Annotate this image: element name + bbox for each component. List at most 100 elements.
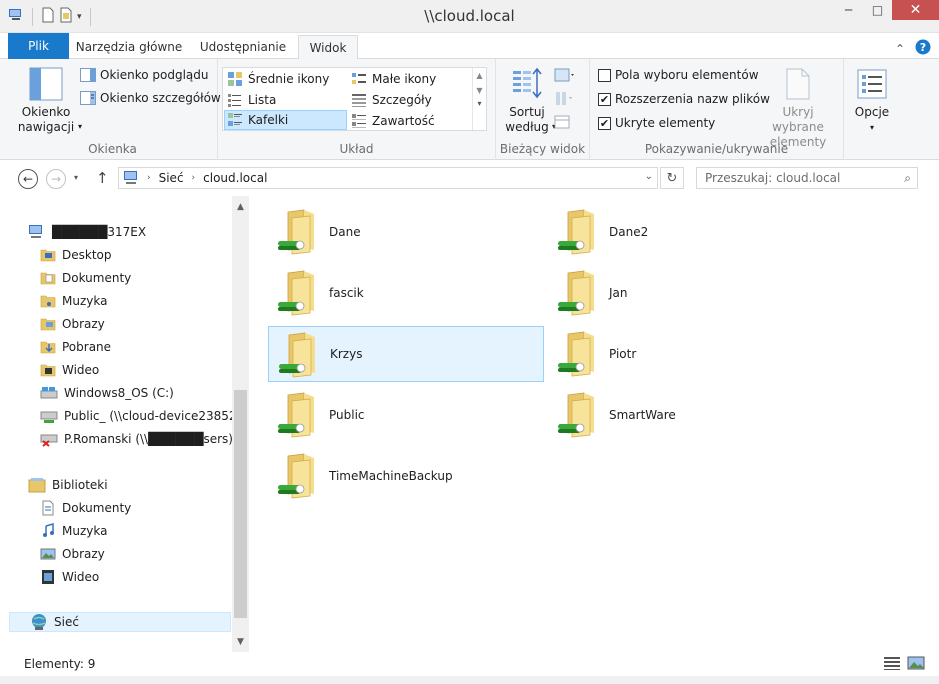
file-extensions-toggle[interactable]: ✔ Rozszerzenia nazw plików	[598, 92, 770, 106]
layout-small-icons[interactable]: Małe ikony	[349, 69, 469, 89]
arrow-up-icon: ↑	[96, 169, 109, 187]
search-box[interactable]: Przeszukaj: cloud.local ⌕	[696, 167, 918, 189]
chevron-right-icon[interactable]: ›	[192, 173, 196, 183]
folder-tile[interactable]: Dane	[268, 204, 544, 260]
forward-button[interactable]: →	[46, 169, 66, 189]
options-button[interactable]: Opcje ▾	[850, 67, 894, 135]
tree-item-label: Dokumenty	[62, 271, 132, 285]
folder-name: Dane2	[609, 225, 649, 239]
search-input[interactable]: Przeszukaj: cloud.local	[705, 171, 840, 185]
tree-item-libraries[interactable]: Biblioteki	[28, 475, 108, 495]
scrollbar-thumb[interactable]	[234, 390, 247, 618]
pictures-folder-icon	[40, 316, 56, 332]
tree-item-desktop[interactable]: Desktop	[40, 245, 112, 265]
libraries-icon	[28, 478, 46, 493]
tab-file[interactable]: Plik	[8, 33, 69, 59]
ribbon-collapse-icon[interactable]: ⌃	[895, 42, 905, 56]
title-bar: ▾ \\cloud.local ─ □ ✕	[0, 0, 939, 33]
chevron-down-icon[interactable]: ▼	[232, 633, 249, 650]
layout-details[interactable]: Szczegóły	[349, 90, 469, 110]
refresh-button[interactable]: ↻	[660, 167, 684, 189]
tab-home[interactable]: Narzędzia główne	[72, 35, 186, 59]
chevron-down-icon[interactable]: ⌄	[645, 171, 653, 182]
up-button[interactable]: ↑	[96, 169, 109, 187]
status-bar: Elementy: 9	[0, 652, 939, 676]
chevron-down-icon[interactable]: ▼	[473, 86, 486, 95]
close-button[interactable]: ✕	[892, 0, 939, 20]
folder-tile[interactable]: TimeMachineBackup	[268, 448, 544, 504]
address-bar[interactable]: › Sieć › cloud.local ⌄	[118, 167, 658, 189]
tree-item-library-pictures[interactable]: Obrazy	[40, 544, 105, 564]
tree-item-drive-c[interactable]: Windows8_OS (C:)	[40, 383, 174, 403]
options-icon	[857, 69, 887, 99]
tree-item-network-drive-romanski[interactable]: P.Romanski (\\██████sers) (	[40, 429, 241, 449]
gallery-expand-icon[interactable]: ▾	[473, 99, 486, 108]
hidden-items-toggle[interactable]: ✔ Ukryte elementy	[598, 116, 715, 130]
tree-item-library-videos[interactable]: Wideo	[40, 567, 99, 587]
tab-view[interactable]: Widok	[298, 35, 358, 60]
folder-tile-selected[interactable]: Krzys	[268, 326, 544, 382]
downloads-folder-icon	[40, 339, 56, 355]
navigation-pane-scrollbar[interactable]: ▲ ▼	[232, 196, 249, 652]
shared-folder-icon	[554, 330, 602, 378]
gallery-scroller[interactable]: ▲ ▼ ▾	[472, 68, 486, 130]
tree-item-pictures[interactable]: Obrazy	[40, 314, 105, 334]
tree-item-library-music[interactable]: Muzyka	[40, 521, 107, 541]
tree-item-downloads[interactable]: Pobrane	[40, 337, 111, 357]
item-checkboxes-checkbox[interactable]	[598, 68, 611, 82]
tree-item-computer[interactable]: ██████317EX	[28, 222, 146, 242]
recent-locations-dropdown[interactable]: ▾	[74, 173, 78, 182]
drive-icon	[40, 387, 58, 399]
tree-item-videos[interactable]: Wideo	[40, 360, 99, 380]
folder-tile[interactable]: Piotr	[548, 326, 824, 382]
shared-folder-icon	[274, 452, 322, 500]
details-pane-icon	[80, 91, 96, 105]
breadcrumb-network[interactable]: Sieć	[159, 171, 184, 185]
breadcrumb-cloud-local[interactable]: cloud.local	[203, 171, 267, 185]
preview-pane-button[interactable]: Okienko podglądu	[80, 68, 209, 82]
hidden-items-checkbox[interactable]: ✔	[598, 116, 611, 130]
navigation-pane-button[interactable]: Okienko nawigacji ▾	[12, 67, 82, 135]
layout-list[interactable]: Lista	[225, 90, 345, 110]
tree-item-label: ██████317EX	[52, 225, 147, 239]
hide-selected-button: Ukryj wybrane elementy	[756, 67, 840, 150]
show-hide-group: Pola wyboru elementów ✔ Rozszerzenia naz…	[590, 59, 844, 160]
back-button[interactable]: ←	[18, 169, 38, 189]
folder-tile[interactable]: Dane2	[548, 204, 824, 260]
folder-name: Jan	[609, 286, 628, 300]
tree-item-network-drive-public[interactable]: Public_ (\\cloud-device238529	[40, 406, 244, 426]
shared-folder-icon	[275, 331, 323, 379]
details-pane-button[interactable]: Okienko szczegółów	[80, 91, 221, 105]
folder-tile[interactable]: Public	[268, 387, 544, 443]
folder-tile[interactable]: fascik	[268, 265, 544, 321]
tab-share[interactable]: Udostępnianie	[193, 35, 293, 59]
chevron-right-icon[interactable]: ›	[147, 173, 151, 183]
chevron-up-icon[interactable]: ▲	[232, 198, 249, 215]
tree-item-music[interactable]: Muzyka	[40, 291, 107, 311]
folder-name: TimeMachineBackup	[329, 469, 453, 483]
folder-tile[interactable]: SmartWare	[548, 387, 824, 443]
layout-medium-icons[interactable]: Średnie ikony	[225, 69, 345, 89]
large-icons-view-icon[interactable]	[907, 655, 925, 674]
maximize-button[interactable]: □	[863, 0, 892, 20]
file-extensions-checkbox[interactable]: ✔	[598, 92, 611, 106]
tree-item-documents[interactable]: Dokumenty	[40, 268, 131, 288]
details-view-icon[interactable]	[883, 655, 901, 674]
item-checkboxes-toggle[interactable]: Pola wyboru elementów	[598, 68, 759, 82]
chevron-up-icon[interactable]: ▲	[473, 71, 486, 80]
preview-pane-icon	[80, 68, 96, 82]
tree-item-network[interactable]: Sieć	[9, 612, 231, 632]
tree-item-label: Dokumenty	[62, 501, 132, 515]
sort-by-button[interactable]: Sortuj według ▾	[502, 67, 556, 135]
minimize-button[interactable]: ─	[834, 0, 863, 20]
tree-item-label: Biblioteki	[52, 478, 108, 492]
tree-item-library-documents[interactable]: Dokumenty	[40, 498, 131, 518]
folder-tile[interactable]: Jan	[548, 265, 824, 321]
group-by-button[interactable]	[554, 68, 576, 87]
layout-content[interactable]: Zawartość	[349, 111, 469, 131]
video-library-icon	[42, 570, 54, 584]
tree-item-label: Obrazy	[62, 547, 105, 561]
help-icon[interactable]: ?	[915, 39, 931, 58]
search-icon[interactable]: ⌕	[904, 171, 911, 186]
layout-tiles[interactable]: Kafelki	[224, 110, 347, 130]
